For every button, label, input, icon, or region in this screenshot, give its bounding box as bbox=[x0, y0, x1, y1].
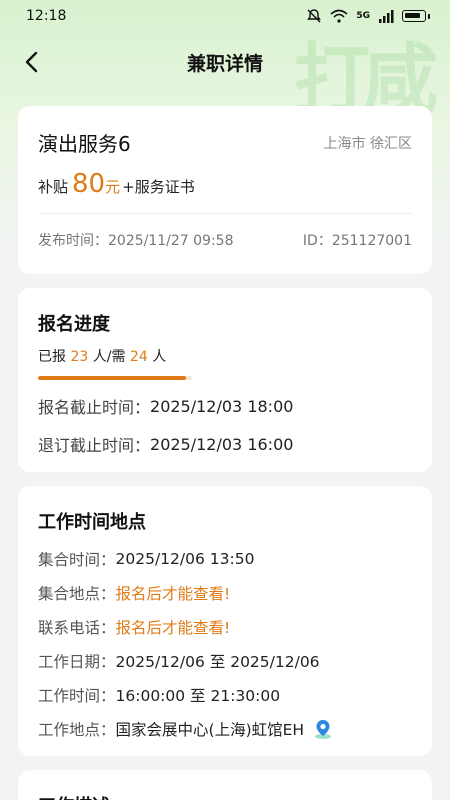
gather-place-row: 集合地点： 报名后才能查看! bbox=[38, 582, 412, 604]
cancel-deadline-value: 2025/12/03 16:00 bbox=[150, 434, 294, 454]
job-location: 上海市 徐汇区 bbox=[323, 135, 412, 152]
info-value-locked: 报名后才能查看! bbox=[115, 619, 231, 637]
mute-icon bbox=[307, 9, 322, 23]
battery-tip bbox=[428, 13, 430, 19]
network-type: 5G bbox=[356, 11, 370, 21]
info-label: 联系电话： bbox=[38, 619, 116, 637]
work-date-row: 工作日期： 2025/12/06 至 2025/12/06 bbox=[38, 650, 412, 672]
cancel-deadline-label: 退订截止时间： bbox=[38, 436, 151, 455]
info-label: 集合时间： bbox=[38, 551, 116, 569]
job-id: ID：251127001 bbox=[302, 233, 412, 249]
signup-progress-card: 报名进度 已报 23 人/需 24 人 报名截止时间： 2025/12/03 1… bbox=[18, 288, 432, 472]
page-title: 兼职详情 bbox=[186, 52, 263, 75]
signup-progress-bar bbox=[38, 376, 192, 380]
work-time-row: 工作时间： 16:00:00 至 21:30:00 bbox=[38, 684, 412, 706]
section-title-description: 工作描述 bbox=[38, 792, 110, 800]
progress-label: 已报 bbox=[38, 349, 66, 365]
info-value: 国家会展中心(上海)虹馆EH bbox=[115, 721, 305, 739]
progress-label: 人 bbox=[152, 349, 167, 365]
contact-phone-row: 联系电话： 报名后才能查看! bbox=[38, 616, 412, 638]
section-title-signup: 报名进度 bbox=[38, 310, 110, 338]
status-icons: 5G bbox=[306, 8, 430, 24]
wifi-icon bbox=[330, 9, 348, 23]
5g-signal-icon bbox=[379, 10, 394, 23]
pay-row: 补贴 80 元 +服务证书 bbox=[38, 169, 412, 214]
signup-progress-text: 已报 23 人/需 24 人 bbox=[38, 346, 412, 366]
job-summary-card: 演出服务6 上海市 徐汇区 补贴 80 元 +服务证书 发布时间：2025/11… bbox=[18, 106, 432, 274]
signup-progress-fill bbox=[38, 376, 186, 380]
job-title-row: 演出服务6 上海市 徐汇区 bbox=[38, 106, 412, 157]
pay-amount: 80 bbox=[72, 169, 106, 199]
status-bar: 12:18 5G bbox=[0, 0, 450, 32]
info-label: 工作时间： bbox=[38, 687, 116, 705]
info-label: 工作日期： bbox=[38, 653, 116, 671]
pay-extra: +服务证书 bbox=[122, 178, 195, 196]
back-button[interactable] bbox=[18, 48, 46, 76]
signup-deadline-label: 报名截止时间： bbox=[38, 398, 151, 417]
info-label: 集合地点： bbox=[38, 585, 116, 603]
nav-bar: 兼职详情 bbox=[0, 40, 450, 84]
work-location-row: 工作地点： 国家会展中心(上海)虹馆EH bbox=[38, 718, 412, 740]
info-value: 16:00:00 至 21:30:00 bbox=[115, 687, 281, 705]
gather-time-row: 集合时间： 2025/12/06 13:50 bbox=[38, 548, 412, 570]
info-value: 2025/12/06 13:50 bbox=[115, 550, 255, 568]
publish-time: 发布时间：2025/11/27 09:58 bbox=[38, 233, 234, 249]
work-description-card: 工作描述 bbox=[18, 770, 432, 800]
info-value: 2025/12/06 至 2025/12/06 bbox=[115, 653, 320, 671]
signed-count: 23 bbox=[70, 349, 89, 365]
cancel-deadline-row: 退订截止时间： 2025/12/03 16:00 bbox=[38, 432, 412, 456]
status-time: 12:18 bbox=[26, 8, 67, 24]
progress-label: 人/需 bbox=[92, 349, 126, 365]
pay-unit: 元 bbox=[105, 178, 121, 196]
meta-row: 发布时间：2025/11/27 09:58 ID：251127001 bbox=[38, 230, 412, 250]
work-info-card: 工作时间地点 集合时间： 2025/12/06 13:50 集合地点： 报名后才… bbox=[18, 486, 432, 756]
battery-icon bbox=[402, 10, 426, 22]
map-pin-icon[interactable] bbox=[312, 718, 334, 740]
info-label: 工作地点： bbox=[38, 721, 116, 739]
info-value-locked: 报名后才能查看! bbox=[115, 585, 231, 603]
job-title: 演出服务6 bbox=[38, 132, 131, 156]
needed-count: 24 bbox=[129, 349, 148, 365]
signup-deadline-row: 报名截止时间： 2025/12/03 18:00 bbox=[38, 394, 412, 418]
chevron-left-icon bbox=[25, 51, 38, 73]
signup-deadline-value: 2025/12/03 18:00 bbox=[150, 396, 294, 416]
section-title-work: 工作时间地点 bbox=[38, 508, 146, 536]
pay-prefix: 补贴 bbox=[38, 178, 69, 196]
